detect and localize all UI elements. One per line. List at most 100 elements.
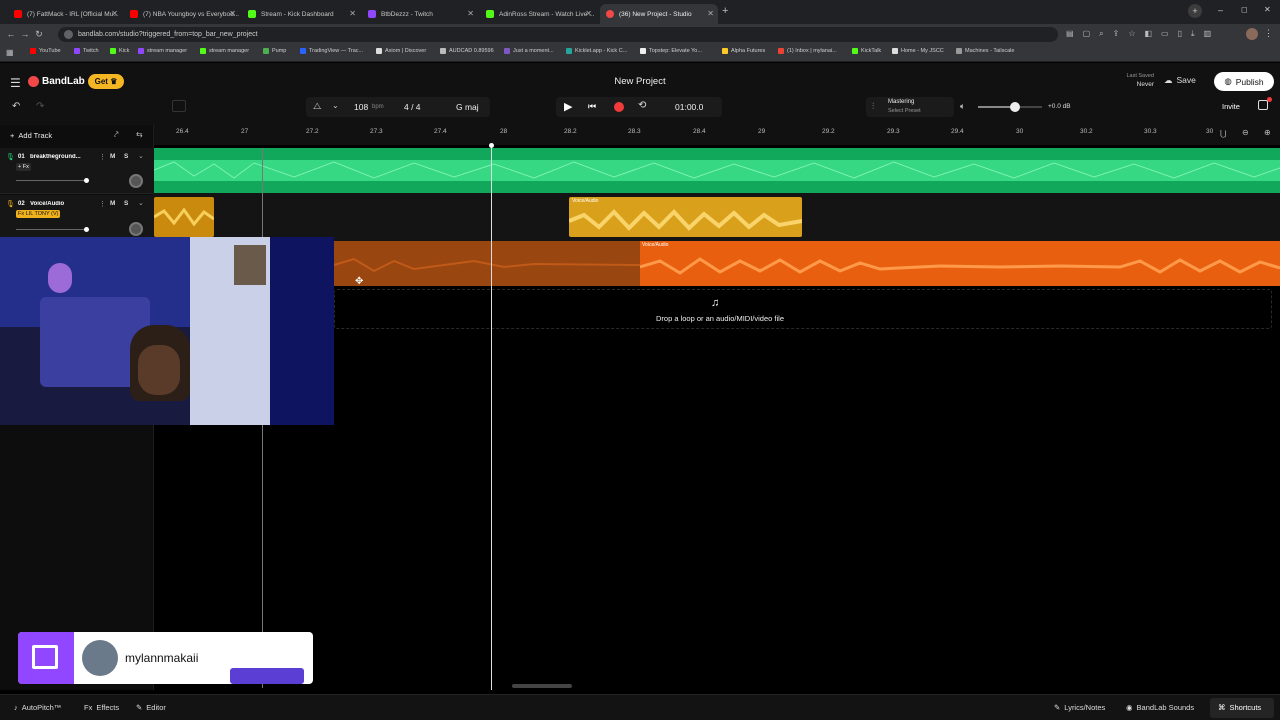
track-lane-2[interactable]: Voice/Audio — [153, 193, 1280, 241]
track-name[interactable]: Voice/Audio — [30, 201, 92, 207]
browser-tab-active[interactable]: (36) New Project - Studio ✕ — [600, 4, 718, 24]
bookmark-item[interactable]: stream manager — [200, 48, 249, 54]
close-tab-icon[interactable]: ✕ — [229, 9, 236, 18]
cast-icon[interactable]: ▢ — [1083, 29, 1091, 39]
audio-clip[interactable]: Voice/Audio — [568, 197, 803, 237]
audio-clip[interactable]: Voice/Audio — [639, 241, 1280, 286]
skip-to-start-icon[interactable]: ⏮ — [588, 101, 596, 112]
magnet-snap-icon[interactable]: ⋃ — [1220, 129, 1227, 138]
bookmark-item[interactable]: Kicklet.app - Kick C... — [566, 48, 627, 54]
browser-menu-icon[interactable]: ⋮ — [1264, 28, 1273, 39]
volume-knob[interactable] — [1010, 102, 1021, 112]
metronome-icon[interactable]: ⧍ — [313, 101, 321, 112]
master-volume-slider[interactable] — [978, 102, 1042, 112]
autopitch-button[interactable]: ♪ AutoPitch™ — [14, 703, 61, 712]
effects-button[interactable]: Fx Effects — [84, 703, 119, 712]
undo-icon[interactable]: ↶ — [12, 101, 20, 112]
bookmark-item[interactable]: Alpha Futures — [722, 48, 765, 54]
playhead[interactable] — [491, 145, 492, 690]
reload-icon[interactable]: ↻ — [32, 29, 46, 40]
browser-tab[interactable]: (7) NBA Youngboy vs Everybod... ✕ — [124, 4, 240, 24]
address-bar[interactable]: bandlab.com/studio?triggered_from=top_ba… — [58, 27, 1058, 42]
track-lane-1-clip[interactable] — [153, 148, 1280, 193]
layout-toggle-icon[interactable] — [172, 100, 186, 112]
browser-tab[interactable]: BtbDezzz - Twitch ✕ — [362, 4, 478, 24]
audio-clip[interactable] — [153, 197, 215, 237]
bookmark-item[interactable]: Just a moment... — [504, 48, 554, 54]
time-signature[interactable]: 4 / 4 — [404, 102, 421, 112]
solo-button[interactable]: S — [124, 200, 128, 207]
solo-button[interactable]: S — [124, 153, 128, 160]
track-name[interactable]: breaktheground... — [30, 154, 92, 160]
chevron-down-icon[interactable]: ⌄ — [138, 199, 144, 207]
zoom-out-icon[interactable]: ⊖ — [1242, 128, 1249, 137]
back-arrow-icon[interactable]: ← — [4, 29, 18, 39]
browser-tab[interactable]: (7) FattMack - IRL [Official Mu... ✕ — [8, 4, 122, 24]
mute-button[interactable]: M — [110, 200, 115, 207]
loop-icon[interactable]: ⟲ — [638, 100, 646, 111]
track-menu-icon[interactable]: ⋮ — [99, 153, 106, 161]
bookmark-item[interactable]: (1) Inbox | mylanai... — [778, 48, 837, 54]
track-menu-icon[interactable]: ⋮ — [99, 200, 106, 208]
track-header-1[interactable]: 🎙︎ 01 breaktheground... ⋮ M S ⌄ + Fx — [0, 148, 154, 194]
close-tab-icon[interactable]: ✕ — [349, 9, 356, 18]
bpm-value[interactable]: 108 — [354, 102, 368, 112]
close-tab-icon[interactable]: ✕ — [467, 9, 474, 18]
bookmark-item[interactable]: Pump — [263, 48, 286, 54]
gift-icon[interactable] — [1258, 100, 1268, 110]
horizontal-scrollbar[interactable] — [512, 684, 572, 688]
install-icon[interactable]: ▤ — [1066, 29, 1074, 39]
lyrics-notes-button[interactable]: ✎ Lyrics/Notes — [1054, 703, 1105, 712]
chevron-down-icon[interactable]: ⌄ — [138, 152, 144, 160]
zoom-in-icon[interactable]: ⊕ — [1264, 128, 1271, 137]
publish-button[interactable]: ◍ Publish — [1214, 72, 1274, 91]
share-icon[interactable]: ⇪ — [1113, 29, 1120, 39]
editor-button[interactable]: ✎ Editor — [136, 703, 166, 712]
close-tab-icon[interactable]: ✕ — [585, 9, 592, 18]
maximize-button[interactable]: ◻ — [1241, 5, 1248, 14]
tab-search-button[interactable]: + — [1188, 4, 1202, 18]
project-title[interactable]: New Project — [590, 76, 690, 87]
split-icon[interactable]: ▥ — [1204, 29, 1212, 39]
invite-button[interactable]: Invite — [1222, 102, 1240, 111]
bookmark-item[interactable]: Twitch — [74, 48, 99, 54]
track-header-2[interactable]: 🎙︎ 02 Voice/Audio ⋮ M S ⌄ Fx LIL TONY (V… — [0, 195, 154, 241]
shortcuts-button[interactable]: ⌘ Shortcuts — [1218, 703, 1261, 712]
browser-tab[interactable]: AdinRoss Stream - Watch Live ... ✕ — [480, 4, 596, 24]
pan-knob[interactable] — [129, 174, 143, 188]
new-tab-button[interactable]: + — [722, 5, 728, 17]
close-tab-icon[interactable]: ✕ — [707, 9, 714, 18]
add-track-button[interactable]: + Add Track — [10, 131, 52, 140]
minimize-button[interactable]: – — [1218, 5, 1223, 15]
key-signature[interactable]: G maj — [456, 102, 479, 112]
extensions-icon[interactable]: ◧ — [1144, 29, 1152, 39]
bookmark-item[interactable]: Topstep: Elevate Yo... — [640, 48, 702, 54]
close-tab-icon[interactable]: ✕ — [111, 9, 118, 18]
save-button[interactable]: ☁ Save — [1164, 75, 1196, 86]
fx-button[interactable]: + Fx — [16, 163, 31, 171]
bookmark-item[interactable]: stream manager — [138, 48, 187, 54]
redo-icon[interactable]: ↷ — [36, 101, 44, 112]
browser-tab[interactable]: Stream - Kick Dashboard ✕ — [242, 4, 360, 24]
bookmark-item[interactable]: TradingView — Trac... — [300, 48, 363, 54]
bookmark-item[interactable]: Home - My JSCC — [892, 48, 944, 54]
record-button[interactable] — [614, 102, 624, 112]
fx-preset-button[interactable]: Fx LIL TONY (V) — [16, 210, 61, 218]
bookmark-item[interactable]: Kick — [110, 48, 129, 54]
pan-knob[interactable] — [129, 222, 143, 236]
bookmark-item[interactable]: KickTalk — [852, 48, 881, 54]
chevron-down-icon[interactable]: ⌄ — [332, 101, 339, 110]
playhead-handle[interactable] — [489, 143, 494, 148]
reading-list-icon[interactable]: ▭ — [1161, 29, 1169, 39]
play-icon[interactable]: ▶ — [564, 100, 572, 113]
track-volume-slider[interactable] — [16, 178, 89, 183]
bookmark-item[interactable]: YouTube — [30, 48, 61, 54]
automation-icon[interactable]: ⤤ — [114, 130, 119, 140]
bookmark-star-icon[interactable]: ☆ — [1128, 29, 1135, 39]
site-info-icon[interactable] — [64, 30, 73, 39]
bookmark-item[interactable]: Machines - Tailscale — [956, 48, 1014, 54]
track-settings-icon[interactable]: ⇆ — [136, 130, 143, 139]
profile-avatar[interactable] — [1246, 28, 1258, 40]
get-membership-button[interactable]: Get ♛ — [88, 74, 124, 89]
drop-zone[interactable]: ♫ Drop a loop or an audio/MIDI/video fil… — [334, 289, 1272, 329]
